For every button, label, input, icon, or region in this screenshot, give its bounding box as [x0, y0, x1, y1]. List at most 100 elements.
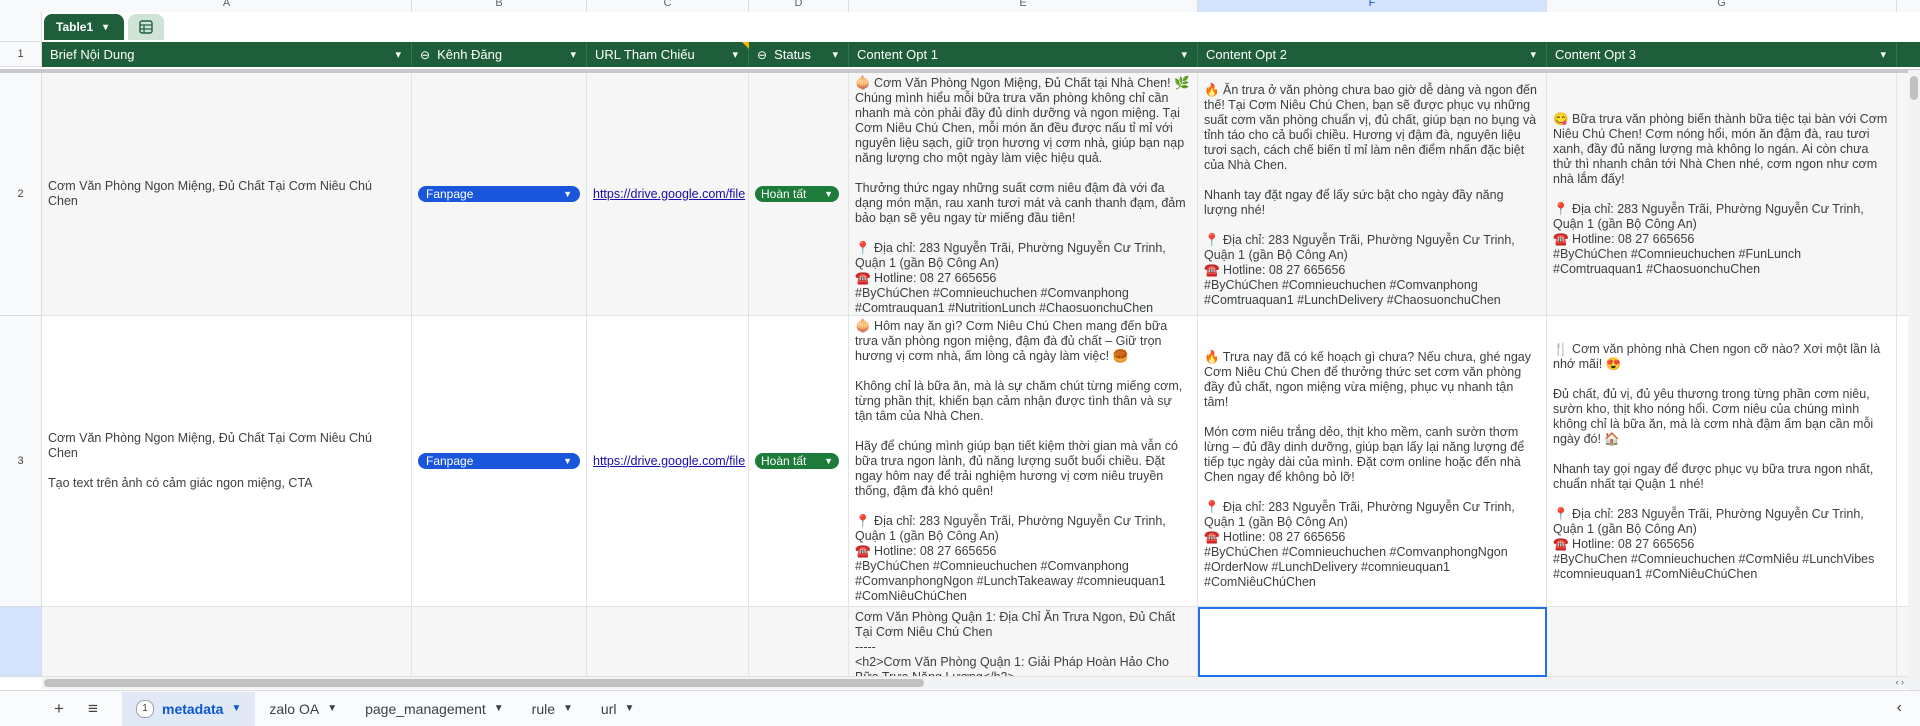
column-header-channel[interactable]: ⊖ Kênh Đăng ▾ [412, 42, 587, 67]
brief-cell[interactable] [42, 607, 412, 677]
status-chip[interactable]: Hoàn tất ▼ [755, 453, 839, 469]
url-cell[interactable]: https://drive.google.com/file [587, 316, 749, 607]
url-cell[interactable]: https://drive.google.com/file [587, 73, 749, 316]
sheet-tab-rule[interactable]: rule ▼ [518, 692, 587, 726]
column-header-status[interactable]: ⊖ Status ▾ [749, 42, 849, 67]
caret-down-icon[interactable]: ▼ [231, 703, 241, 714]
table-header-row: Brief Nội Dung ▾ ⊖ Kênh Đăng ▾ URL Tham … [42, 42, 1920, 67]
caret-down-icon[interactable]: ▼ [494, 703, 504, 714]
column-letter-a[interactable]: A [42, 0, 412, 12]
column-header-opt3[interactable]: Content Opt 3 ▾ [1547, 42, 1897, 67]
column-header-label: Content Opt 1 [857, 47, 938, 62]
column-header-opt1[interactable]: Content Opt 1 ▾ [849, 42, 1198, 67]
vertical-scrollbar[interactable] [1908, 70, 1920, 690]
sheet-tab-url[interactable]: url ▼ [587, 692, 648, 726]
sheet-tab-label: url [600, 700, 617, 717]
sheet-tab-label: page_management [365, 700, 486, 717]
status-chip[interactable]: Hoàn tất ▼ [755, 186, 839, 202]
row-header-blank [0, 12, 42, 42]
status-chip-label: Hoàn tất [761, 453, 807, 468]
column-header-label: Content Opt 3 [1555, 47, 1636, 62]
chevron-down-icon[interactable]: ▾ [570, 48, 576, 61]
status-cell[interactable]: Hoàn tất ▼ [749, 73, 849, 316]
brief-cell[interactable]: Cơm Văn Phòng Ngon Miệng, Đủ Chất Tại Cơ… [42, 73, 412, 316]
sheet-tab-page-management[interactable]: page_management ▼ [351, 692, 518, 726]
column-header-label: Kênh Đăng [437, 47, 503, 62]
column-letter-f[interactable]: F [1198, 0, 1547, 12]
channel-chip-label: Fanpage [426, 186, 474, 201]
channel-cell[interactable] [412, 607, 587, 677]
chevron-down-icon: ▾ [103, 21, 109, 33]
url-cell[interactable] [587, 607, 749, 677]
row-number[interactable]: 1 [0, 42, 42, 67]
table-row: Cơm Văn Phòng Quận 1: Địa Chỉ Ăn Trưa Ng… [42, 607, 1920, 677]
column-letter-b[interactable]: B [412, 0, 587, 12]
sheet-tab-zalo-oa[interactable]: zalo OA ▼ [255, 692, 351, 726]
column-header-label: Content Opt 2 [1206, 47, 1287, 62]
column-header-brief[interactable]: Brief Nội Dung ▾ [42, 42, 412, 67]
chevron-down-icon[interactable]: ▾ [732, 48, 738, 61]
caret-down-icon[interactable]: ▼ [327, 703, 337, 714]
status-chip-label: Hoàn tất [761, 186, 807, 201]
content-opt1-cell[interactable]: Cơm Văn Phòng Quận 1: Địa Chỉ Ăn Trưa Ng… [849, 607, 1198, 677]
chevron-down-icon[interactable]: ▾ [832, 48, 838, 61]
channel-cell[interactable]: Fanpage ▼ [412, 73, 587, 316]
chevron-down-icon[interactable]: ▾ [1181, 48, 1187, 61]
comment-marker [742, 42, 749, 49]
column-header-label: Brief Nội Dung [50, 47, 135, 62]
content-opt1-cell[interactable]: 🧅 Hôm nay ăn gì? Cơm Niêu Chú Chen mang … [849, 316, 1198, 607]
chevron-down-icon[interactable]: ▾ [1530, 48, 1536, 61]
status-cell[interactable] [749, 607, 849, 677]
column-header-label: URL Tham Chiếu [595, 47, 695, 62]
sheet-tab-badge: 1 [136, 699, 154, 718]
caret-down-icon: ▼ [824, 188, 833, 199]
content-opt2-cell-selected[interactable] [1198, 607, 1547, 677]
content-opt3-cell[interactable]: 😋 Bữa trưa văn phòng biến thành bữa tiệc… [1547, 73, 1897, 316]
all-sheets-menu-icon[interactable]: ≡ [76, 692, 110, 726]
table-name-tab[interactable]: Table1 ▾ [44, 14, 124, 40]
collapse-sidebar-icon[interactable]: ‹ [1897, 699, 1902, 717]
add-sheet-icon[interactable]: + [42, 692, 76, 726]
chevron-down-icon[interactable]: ▾ [1880, 48, 1886, 61]
row-number[interactable] [0, 607, 42, 677]
channel-cell[interactable]: Fanpage ▼ [412, 316, 587, 607]
vertical-scroll-thumb[interactable] [1910, 76, 1918, 100]
caret-down-icon[interactable]: ▼ [563, 703, 573, 714]
scroll-arrows-icon[interactable]: ‹ › [1896, 677, 1905, 687]
brief-cell[interactable]: Cơm Văn Phòng Ngon Miệng, Đủ Chất Tại Cơ… [42, 316, 412, 607]
channel-chip[interactable]: Fanpage ▼ [418, 186, 580, 202]
horizontal-scroll-thumb[interactable] [44, 679, 924, 687]
channel-chip-label: Fanpage [426, 453, 474, 468]
sheet-tab-metadata[interactable]: 1 metadata ▼ [122, 691, 256, 726]
sheet-tab-label: metadata [162, 700, 224, 717]
column-letter-g[interactable]: G [1547, 0, 1897, 12]
table-view-icon[interactable] [128, 14, 164, 40]
column-header-label: Status [774, 47, 811, 62]
caret-down-icon: ▼ [563, 188, 572, 199]
horizontal-scrollbar[interactable]: ‹ › [42, 677, 1908, 689]
column-letter-e[interactable]: E [849, 0, 1198, 12]
status-cell[interactable]: Hoàn tất ▼ [749, 316, 849, 607]
caret-down-icon: ▼ [563, 455, 572, 466]
caret-down-icon: ▼ [824, 455, 833, 466]
dropdown-chip-icon: ⊖ [757, 47, 768, 62]
table-row: Cơm Văn Phòng Ngon Miệng, Đủ Chất Tại Cơ… [42, 316, 1920, 607]
url-link[interactable]: https://drive.google.com/file [593, 454, 745, 469]
column-letter-c[interactable]: C [587, 0, 749, 12]
channel-chip[interactable]: Fanpage ▼ [418, 453, 580, 469]
url-link[interactable]: https://drive.google.com/file [593, 187, 745, 202]
caret-down-icon[interactable]: ▼ [624, 703, 634, 714]
row-number[interactable]: 2 [0, 73, 42, 316]
content-opt1-cell[interactable]: 🧅 Cơm Văn Phòng Ngon Miệng, Đủ Chất tại … [849, 73, 1198, 316]
sheet-tab-label: rule [531, 700, 556, 717]
sheet-tab-label: zalo OA [269, 700, 320, 717]
content-opt3-cell[interactable] [1547, 607, 1897, 677]
column-header-url[interactable]: URL Tham Chiếu ▾ [587, 42, 749, 67]
content-opt3-cell[interactable]: 🍴 Cơm văn phòng nhà Chen ngon cỡ nào? Xơ… [1547, 316, 1897, 607]
column-letter-d[interactable]: D [749, 0, 849, 12]
row-number[interactable]: 3 [0, 316, 42, 607]
content-opt2-cell[interactable]: 🔥 Ăn trưa ở văn phòng chưa bao giờ dễ dà… [1198, 73, 1547, 316]
chevron-down-icon[interactable]: ▾ [395, 48, 401, 61]
content-opt2-cell[interactable]: 🔥 Trưa nay đã có kế hoạch gì chưa? Nếu c… [1198, 316, 1547, 607]
column-header-opt2[interactable]: Content Opt 2 ▾ [1198, 42, 1547, 67]
